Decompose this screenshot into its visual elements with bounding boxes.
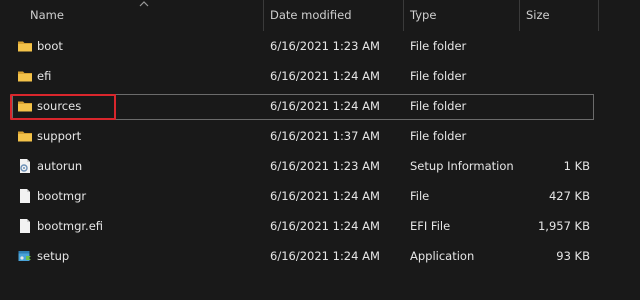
file-size: 427 KB [548, 189, 590, 203]
column-header-date-modified[interactable]: Date modified [270, 0, 352, 31]
file-date-modified: 6/16/2021 1:24 AM [270, 69, 380, 83]
file-type: Setup Information [410, 159, 514, 173]
file-type: File [410, 189, 430, 203]
sort-ascending-icon [139, 1, 149, 7]
file-name: bootmgr [37, 189, 87, 203]
file-row-bootmgr-efi[interactable]: bootmgr.efi 6/16/2021 1:24 AM EFI File 1… [0, 214, 640, 240]
column-header-size[interactable]: Size [526, 0, 550, 31]
file-size: 1 KB [563, 159, 590, 173]
file-row-setup[interactable]: setup 6/16/2021 1:24 AM Application 93 K… [0, 244, 640, 270]
column-divider[interactable] [263, 0, 264, 31]
file-date-modified: 6/16/2021 1:37 AM [270, 129, 380, 143]
column-header-row: Name Date modified Type Size [0, 0, 640, 31]
file-date-modified: 6/16/2021 1:24 AM [270, 189, 380, 203]
file-type: Application [410, 249, 475, 263]
column-divider[interactable] [403, 0, 404, 31]
file-date-modified: 6/16/2021 1:24 AM [270, 219, 380, 233]
file-row-bootmgr[interactable]: bootmgr 6/16/2021 1:24 AM File 427 KB [0, 184, 640, 210]
folder-icon [18, 71, 32, 82]
file-date-modified: 6/16/2021 1:24 AM [270, 99, 380, 113]
file-name: efi [37, 69, 52, 83]
file-date-modified: 6/16/2021 1:24 AM [270, 249, 380, 263]
file-row-support[interactable]: support 6/16/2021 1:37 AM File folder [0, 124, 640, 150]
annotation-highlight-box [10, 94, 116, 120]
file-size: 1,957 KB [537, 219, 590, 233]
folder-icon [18, 41, 32, 52]
column-header-type[interactable]: Type [410, 0, 436, 31]
file-row-autorun[interactable]: autorun 6/16/2021 1:23 AM Setup Informat… [0, 154, 640, 180]
file-name: bootmgr.efi [37, 219, 104, 233]
file-date-modified: 6/16/2021 1:23 AM [270, 159, 380, 173]
column-header-name[interactable]: Name [30, 0, 64, 31]
file-row-boot[interactable]: boot 6/16/2021 1:23 AM File folder [0, 34, 640, 60]
file-list-view: Name Date modified Type Size boot 6/16/2… [0, 0, 640, 300]
file-type: File folder [410, 129, 467, 143]
column-divider[interactable] [519, 0, 520, 31]
file-name: boot [37, 39, 63, 53]
file-row-efi[interactable]: efi 6/16/2021 1:24 AM File folder [0, 64, 640, 90]
file-type: File folder [410, 39, 467, 53]
file-name: support [37, 129, 82, 143]
file-icon [20, 189, 30, 203]
application-icon [18, 251, 31, 261]
file-icon [20, 219, 30, 233]
file-date-modified: 6/16/2021 1:23 AM [270, 39, 380, 53]
setup-info-icon [20, 159, 30, 173]
column-divider[interactable] [598, 0, 599, 31]
folder-icon [18, 131, 32, 142]
file-type: File folder [410, 99, 467, 113]
file-name: autorun [37, 159, 83, 173]
file-name: setup [37, 249, 70, 263]
file-size: 93 KB [556, 249, 590, 263]
file-type: File folder [410, 69, 467, 83]
file-type: EFI File [410, 219, 451, 233]
